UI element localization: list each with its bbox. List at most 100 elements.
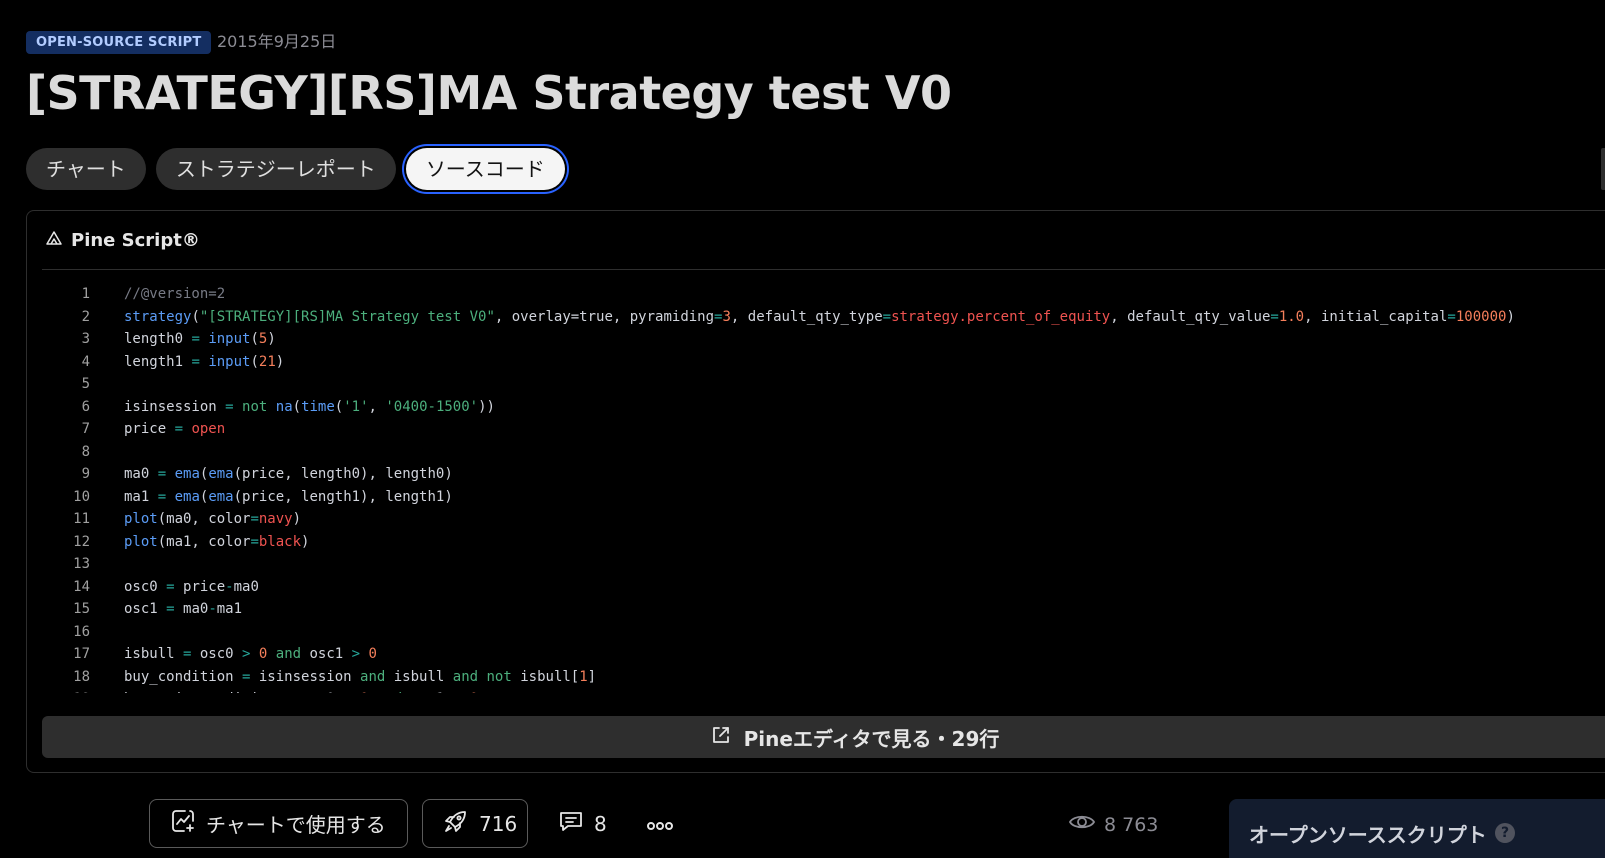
code-token: '1' (343, 398, 369, 415)
code-token: = (250, 533, 259, 550)
code-token: not (242, 398, 268, 415)
code-text: osc0 = price-ma0 (90, 576, 259, 599)
line-number: 19 (42, 688, 90, 693)
code-line: 7 price = open (42, 418, 1605, 441)
help-icon[interactable]: ? (1495, 823, 1515, 843)
code-token: = (157, 466, 167, 482)
code-token: 100000 (1455, 308, 1507, 325)
code-line: 19buy_exit_condition = osc0 < 0 and osc1… (42, 688, 1605, 693)
code-token: ( (292, 398, 302, 415)
pine-script-icon (45, 229, 63, 251)
code-token: and (275, 646, 302, 662)
panel-divider (42, 269, 1605, 270)
more-dots-icon (646, 812, 673, 836)
code-token: ma1 (124, 488, 158, 505)
code-line: 3 length0 = input(5) (42, 328, 1605, 351)
more-options-button[interactable] (646, 812, 673, 836)
code-line: 10 ma1 = ema(ema(price, length1), length1… (42, 486, 1605, 509)
tab-bar: チャート ストラテジーレポート ソースコード (26, 148, 565, 190)
code-token: navy (258, 511, 293, 527)
code-token: = (166, 578, 175, 595)
line-number: 17 (73, 646, 90, 662)
open-in-pine-editor-button[interactable]: Pineエディタで見る・29行 (42, 716, 1605, 758)
code-text: //@version=2 (90, 283, 225, 306)
tab-strategy-report[interactable]: ストラテジーレポート (155, 148, 396, 190)
line-number: 8 (81, 443, 90, 460)
code-token: 3 (722, 308, 731, 325)
code-text: price = open (90, 418, 225, 441)
line-number: 3 (81, 331, 90, 347)
line-number: 13 (73, 556, 90, 572)
code-token: "[STRATEGY][RS]MA Strategy test V0" (199, 308, 495, 325)
code-token: = (174, 421, 184, 437)
code-viewer[interactable]: 1//@version=2 2 strategy("[STRATEGY][RS]MA… (42, 283, 1605, 693)
boost-button[interactable]: 716 (422, 799, 528, 848)
code-token: strategy (124, 308, 192, 325)
line-number: 16 (73, 623, 90, 640)
view-count: 8 763 (1068, 812, 1158, 837)
tab-chart[interactable]: チャート (26, 148, 146, 190)
code-token: 1.0 (1278, 308, 1305, 325)
line-number: 4 (81, 353, 90, 370)
code-token: < (343, 691, 351, 693)
code-text: osc1 = ma0-ma1 (90, 598, 242, 621)
line-number: 7 (81, 421, 90, 437)
code-token: input (208, 331, 251, 347)
use-on-chart-label: チャートで使用する (206, 813, 386, 837)
publish-date: 2015年9月25日 (217, 32, 337, 51)
code-token: = (1270, 308, 1279, 325)
source-code-panel: Pine Script® 1//@version=2 2 strategy("[ST… (26, 210, 1605, 773)
code-token: ( (250, 353, 259, 370)
code-text: strategy("[STRATEGY][RS]MA Strategy test… (90, 306, 1515, 329)
use-on-chart-button[interactable]: チャートで使用する (149, 799, 408, 848)
code-token: osc0 (124, 578, 167, 595)
code-token: = (284, 691, 292, 693)
code-token: , default_qty_value (1110, 308, 1271, 325)
code-token: (price, length0), length0) (233, 466, 453, 482)
open-source-script-panel: オープンソーススクリプト ? (1229, 799, 1605, 858)
open-in-pine-editor-label: Pineエディタで見る・29行 (743, 726, 1000, 751)
comment-icon (558, 808, 584, 839)
code-token: ( (191, 308, 200, 325)
code-token: not (486, 668, 512, 685)
code-token: //@version=2 (124, 286, 226, 302)
code-text: length0 = input(5) (90, 328, 276, 351)
code-text: ma0 = ema(ema(price, length0), length0) (90, 463, 453, 486)
code-token: ) (1506, 308, 1515, 325)
tab-source-code[interactable]: ソースコード (405, 148, 565, 190)
comments-button[interactable]: 8 (558, 808, 607, 839)
code-token: ( (334, 398, 344, 415)
view-count-value: 8 763 (1104, 813, 1159, 836)
open-source-script-label: オープンソーススクリプト (1249, 823, 1487, 847)
code-token: open (191, 421, 226, 437)
code-token: ema (174, 488, 200, 505)
line-number: 12 (73, 533, 90, 550)
code-token: = (882, 308, 892, 325)
open-source-badge: OPEN-SOURCE SCRIPT (26, 31, 212, 54)
line-number: 18 (73, 668, 90, 685)
code-token: (ma0, color (157, 511, 251, 527)
code-token: = (250, 511, 259, 527)
code-token: length1 (124, 353, 192, 370)
code-token: 21 (258, 353, 276, 370)
panel-header: Pine Script® (45, 229, 200, 251)
code-token: ema (174, 466, 200, 482)
code-token: strategy.percent_of_equity (891, 308, 1111, 325)
code-token: price (124, 421, 175, 437)
code-token: na (275, 398, 293, 415)
code-token: = (166, 601, 175, 617)
code-token: time (301, 398, 335, 415)
code-token: buy_exit_condition (124, 691, 284, 693)
chart-add-icon (170, 808, 196, 839)
code-line: 18 buy_condition = isinsession and isbull… (42, 666, 1605, 689)
code-text: plot(ma1, color=black) (90, 531, 309, 554)
code-token: and (452, 668, 479, 685)
code-line: 6 isinsession = not na(time('1', '0400-15… (42, 396, 1605, 419)
code-token: osc0 (191, 646, 243, 662)
